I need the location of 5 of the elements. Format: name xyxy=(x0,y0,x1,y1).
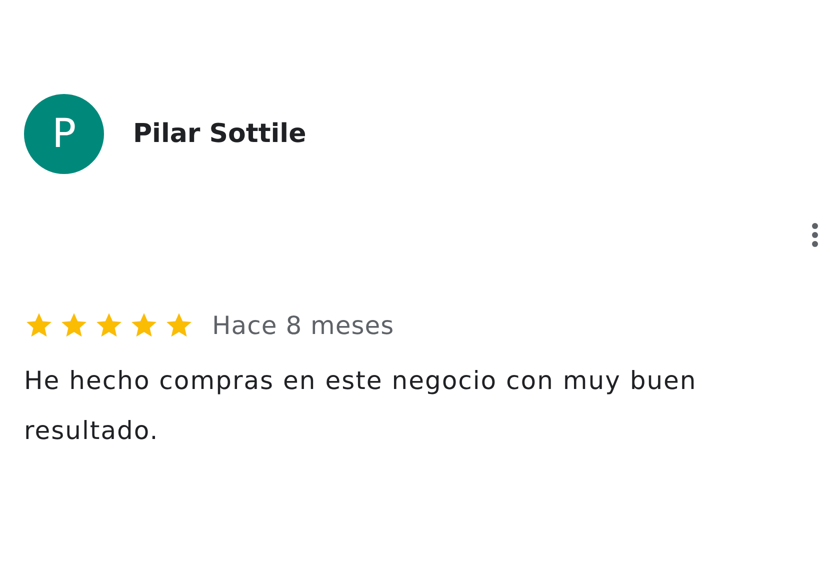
author-name: Pilar Sottile xyxy=(133,119,306,149)
avatar: P xyxy=(24,94,104,174)
more-options-icon[interactable] xyxy=(811,222,819,248)
review-date: Hace 8 meses xyxy=(212,310,394,340)
review-text: He hecho compras en este negocio con muy buen resultado. xyxy=(24,365,698,447)
